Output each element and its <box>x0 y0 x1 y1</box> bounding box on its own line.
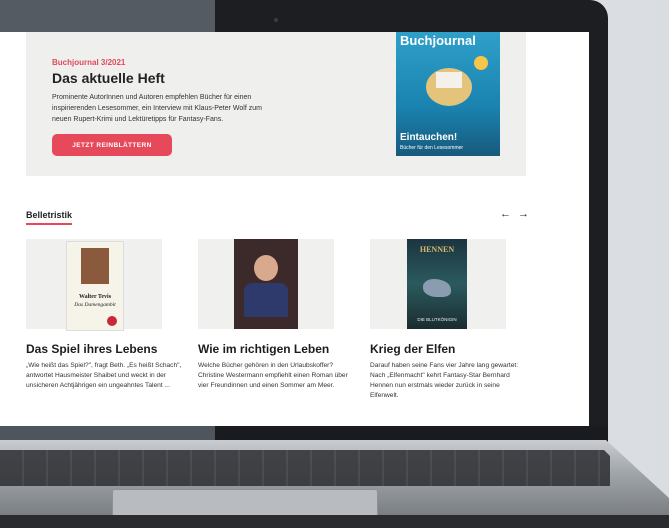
section-title: Belletristik <box>26 210 73 225</box>
arrow-left-icon[interactable]: ← <box>500 208 511 220</box>
magazine-cover[interactable]: Buchjournal Eintauchen! Bücher für den L… <box>396 32 500 156</box>
magazine-subline: Bücher für den Lesesommer <box>400 145 464 151</box>
book-card[interactable]: HENNEN DIE BLUTKÖNIGIN Krieg der Elfen D… <box>370 239 530 399</box>
book-title[interactable]: Das Spiel ihres Lebens <box>26 342 157 356</box>
book-teaser: „Wie heißt das Spiel?", fragt Beth. „Es … <box>26 362 182 389</box>
magazine-title: Buchjournal <box>400 33 476 48</box>
book-cover: HENNEN DIE BLUTKÖNIGIN <box>407 239 467 329</box>
touchpad[interactable] <box>112 489 378 517</box>
laptop-front <box>0 515 669 528</box>
book-card[interactable]: Wie im richtigen Leben Welche Bücher geh… <box>198 239 358 389</box>
cover-title: Das Damengambit <box>74 302 116 308</box>
keyboard <box>0 450 610 486</box>
issue-label: Buchjournal 3/2021 <box>52 58 126 67</box>
photo-face <box>254 255 278 281</box>
book-image[interactable]: HENNEN DIE BLUTKÖNIGIN <box>370 239 506 329</box>
cover-title: DIE BLUTKÖNIGIN <box>417 317 457 322</box>
photo-body <box>244 283 288 317</box>
author-photo <box>234 239 298 329</box>
book-image[interactable]: Walter Tevis Das Damengambit <box>26 239 162 331</box>
magazine-headline: Eintauchen! <box>400 132 458 143</box>
book-cover: Walter Tevis Das Damengambit <box>66 241 124 331</box>
cover-creature <box>423 279 451 297</box>
cover-author: Walter Tevis <box>78 294 112 300</box>
hero-title: Das aktuelle Heft <box>52 70 165 86</box>
magazine-badge <box>474 56 488 70</box>
magazine-book-image <box>436 72 462 88</box>
cover-badge <box>107 316 117 326</box>
cover-portrait <box>81 248 109 284</box>
website-screen: Buchjournal 3/2021 Das aktuelle Heft Pro… <box>0 32 589 426</box>
book-card[interactable]: Walter Tevis Das Damengambit Das Spiel i… <box>26 239 186 389</box>
read-now-button[interactable]: JETZT REINBLÄTTERN <box>52 134 172 156</box>
camera-icon <box>274 18 278 22</box>
book-title[interactable]: Wie im richtigen Leben <box>198 342 329 356</box>
arrow-right-icon[interactable]: → <box>518 208 529 220</box>
book-teaser: Darauf haben seine Fans vier Jahre lang … <box>370 362 519 399</box>
book-image[interactable] <box>198 239 334 329</box>
book-teaser: Welche Bücher gehören in den Urlaubskoff… <box>198 362 348 389</box>
laptop-lid: Buchjournal 3/2021 Das aktuelle Heft Pro… <box>0 0 608 468</box>
hero-description: Prominente AutorInnen und Autoren empfeh… <box>52 94 262 123</box>
lid-reflection <box>0 0 215 32</box>
hero-banner: Buchjournal 3/2021 Das aktuelle Heft Pro… <box>26 32 526 176</box>
book-title[interactable]: Krieg der Elfen <box>370 342 455 356</box>
cover-author: HENNEN <box>419 245 455 254</box>
